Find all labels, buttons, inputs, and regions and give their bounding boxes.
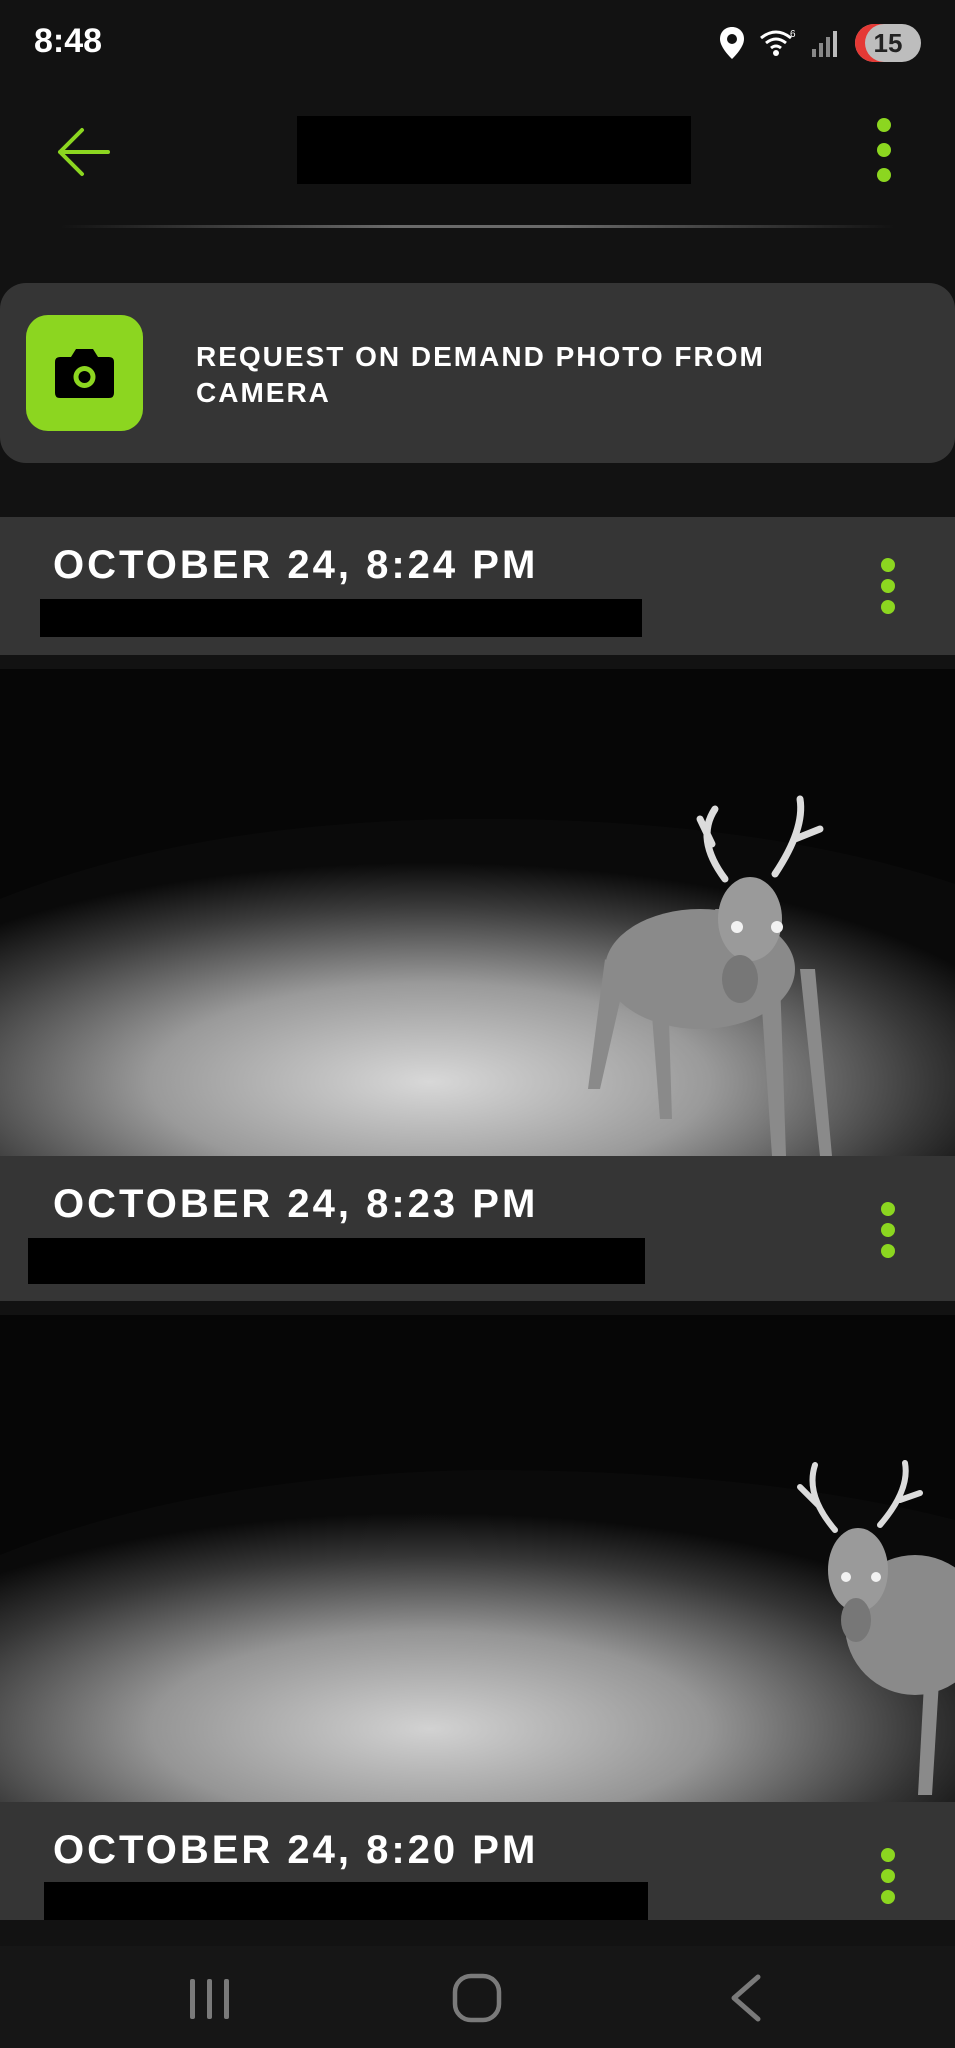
more-vertical-icon[interactable] <box>871 115 897 185</box>
photo-subtitle-redacted <box>44 1882 648 1920</box>
photo-header: OCTOBER 24, 8:20 PM <box>0 1802 955 1920</box>
svg-text:6: 6 <box>790 29 796 40</box>
request-photo-button[interactable]: REQUEST ON DEMAND PHOTO FROM CAMERA <box>0 283 955 463</box>
photo-date: OCTOBER 24, 8:20 PM <box>53 1828 539 1872</box>
status-bar: 8:48 6 15 <box>0 0 955 84</box>
header-divider <box>60 225 895 228</box>
system-nav-bar <box>0 1946 955 2048</box>
photo-menu-icon[interactable] <box>879 1201 897 1259</box>
photo-menu-icon[interactable] <box>879 557 897 615</box>
request-photo-label: REQUEST ON DEMAND PHOTO FROM CAMERA <box>196 341 765 408</box>
arrow-left-icon[interactable] <box>52 120 116 184</box>
location-icon <box>720 27 744 59</box>
notification-badge: 15 <box>855 24 921 62</box>
page-title-redacted <box>297 116 691 184</box>
photo-header: OCTOBER 24, 8:24 PM <box>0 517 955 655</box>
nav-back-icon[interactable] <box>726 1974 766 2022</box>
home-icon[interactable] <box>452 1973 502 2023</box>
trail-camera-photo[interactable] <box>0 669 955 1156</box>
photo-image-deer <box>0 1315 955 1802</box>
wifi-icon: 6 <box>760 29 796 56</box>
recents-icon[interactable] <box>186 1976 234 2022</box>
trail-camera-photo[interactable] <box>0 1315 955 1802</box>
status-icons: 6 15 <box>719 22 921 64</box>
photo-subtitle-redacted <box>28 1238 645 1284</box>
photo-menu-icon[interactable] <box>879 1847 897 1905</box>
status-time: 8:48 <box>34 22 103 60</box>
camera-icon <box>55 349 114 398</box>
camera-tile <box>26 315 143 431</box>
photo-image-deer <box>0 669 955 1156</box>
notification-count: 15 <box>873 27 903 58</box>
photo-date: OCTOBER 24, 8:23 PM <box>53 1182 539 1226</box>
photo-date: OCTOBER 24, 8:24 PM <box>53 543 539 587</box>
app-header <box>0 90 955 210</box>
photo-subtitle-redacted <box>40 599 642 637</box>
photo-header: OCTOBER 24, 8:23 PM <box>0 1156 955 1301</box>
signal-icon <box>812 31 837 57</box>
